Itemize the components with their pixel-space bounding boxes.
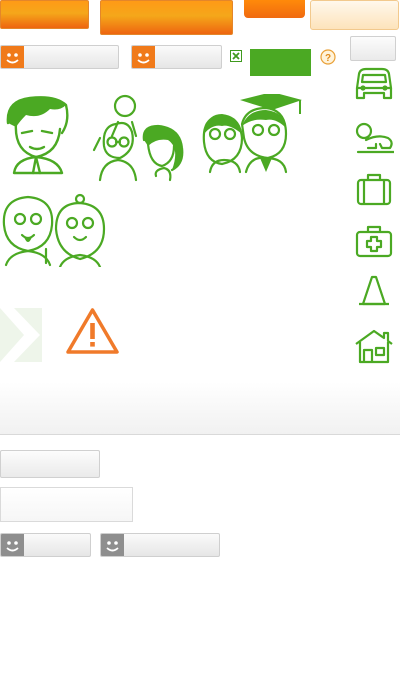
- grey-bottom-button[interactable]: [0, 450, 100, 478]
- family-icon: [92, 94, 184, 182]
- grey-top-button[interactable]: [350, 36, 396, 61]
- smiley-input-2-field[interactable]: [160, 48, 218, 66]
- traffic-cone-icon[interactable]: [354, 274, 394, 310]
- text-input-field[interactable]: [5, 496, 129, 514]
- tab-3[interactable]: [244, 0, 305, 18]
- smiley-input-1-field[interactable]: [29, 48, 115, 66]
- checkbox-icon[interactable]: [230, 50, 242, 62]
- chevron-right-icon[interactable]: [0, 308, 42, 362]
- smiley-icon: [132, 46, 155, 68]
- first-aid-kit-icon[interactable]: [354, 223, 394, 259]
- baby-crawling-icon[interactable]: [354, 120, 396, 156]
- smiley-icon: [1, 46, 24, 68]
- house-icon[interactable]: [354, 328, 394, 364]
- tab-4[interactable]: [310, 0, 399, 30]
- smiley-input-2[interactable]: [131, 45, 222, 69]
- elderly-couple-icon: [2, 193, 106, 267]
- section-band: [0, 382, 400, 435]
- smiley-input-3[interactable]: [0, 533, 91, 557]
- smiley-icon-grey: [101, 534, 124, 556]
- svg-text:?: ?: [325, 53, 331, 64]
- green-button[interactable]: [250, 49, 311, 76]
- text-input-box[interactable]: [0, 487, 133, 522]
- smiley-input-1[interactable]: [0, 45, 119, 69]
- graduates-icon: [202, 94, 302, 174]
- car-icon[interactable]: [354, 66, 394, 102]
- young-man-icon: [6, 96, 69, 175]
- smiley-icon-grey: [1, 534, 24, 556]
- warning-icon: [66, 308, 119, 354]
- suitcase-icon[interactable]: [354, 172, 394, 208]
- tab-1[interactable]: [0, 0, 89, 29]
- help-icon[interactable]: ?: [320, 49, 336, 65]
- smiley-input-4-field[interactable]: [129, 536, 216, 554]
- smiley-input-3-field[interactable]: [29, 536, 87, 554]
- smiley-input-4[interactable]: [100, 533, 220, 557]
- tab-2[interactable]: [100, 0, 233, 35]
